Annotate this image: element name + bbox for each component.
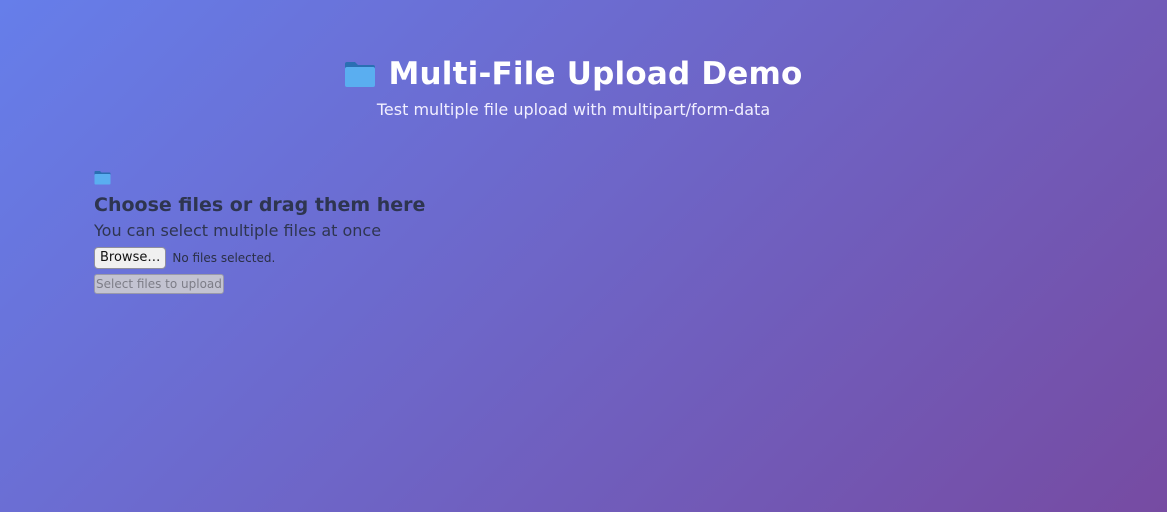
- upload-button[interactable]: Select files to upload: [94, 274, 224, 294]
- upload-heading: Choose files or drag them here: [94, 194, 426, 216]
- folder-icon: [94, 170, 111, 185]
- page-subtitle: Test multiple file upload with multipart…: [376, 100, 771, 119]
- page-title: Multi-File Upload Demo: [388, 56, 803, 92]
- page-header: Multi-File Upload Demo Test multiple fil…: [0, 52, 1147, 119]
- file-input[interactable]: Browse… No files selected.: [94, 247, 494, 269]
- file-status: No files selected.: [172, 251, 276, 265]
- title-row: Multi-File Upload Demo: [0, 52, 1147, 96]
- folder-icon: [344, 60, 376, 88]
- upload-hint: You can select multiple files at once: [94, 221, 382, 240]
- upload-dropzone[interactable]: Choose files or drag them here You can s…: [94, 170, 494, 294]
- browse-button[interactable]: Browse…: [94, 247, 167, 269]
